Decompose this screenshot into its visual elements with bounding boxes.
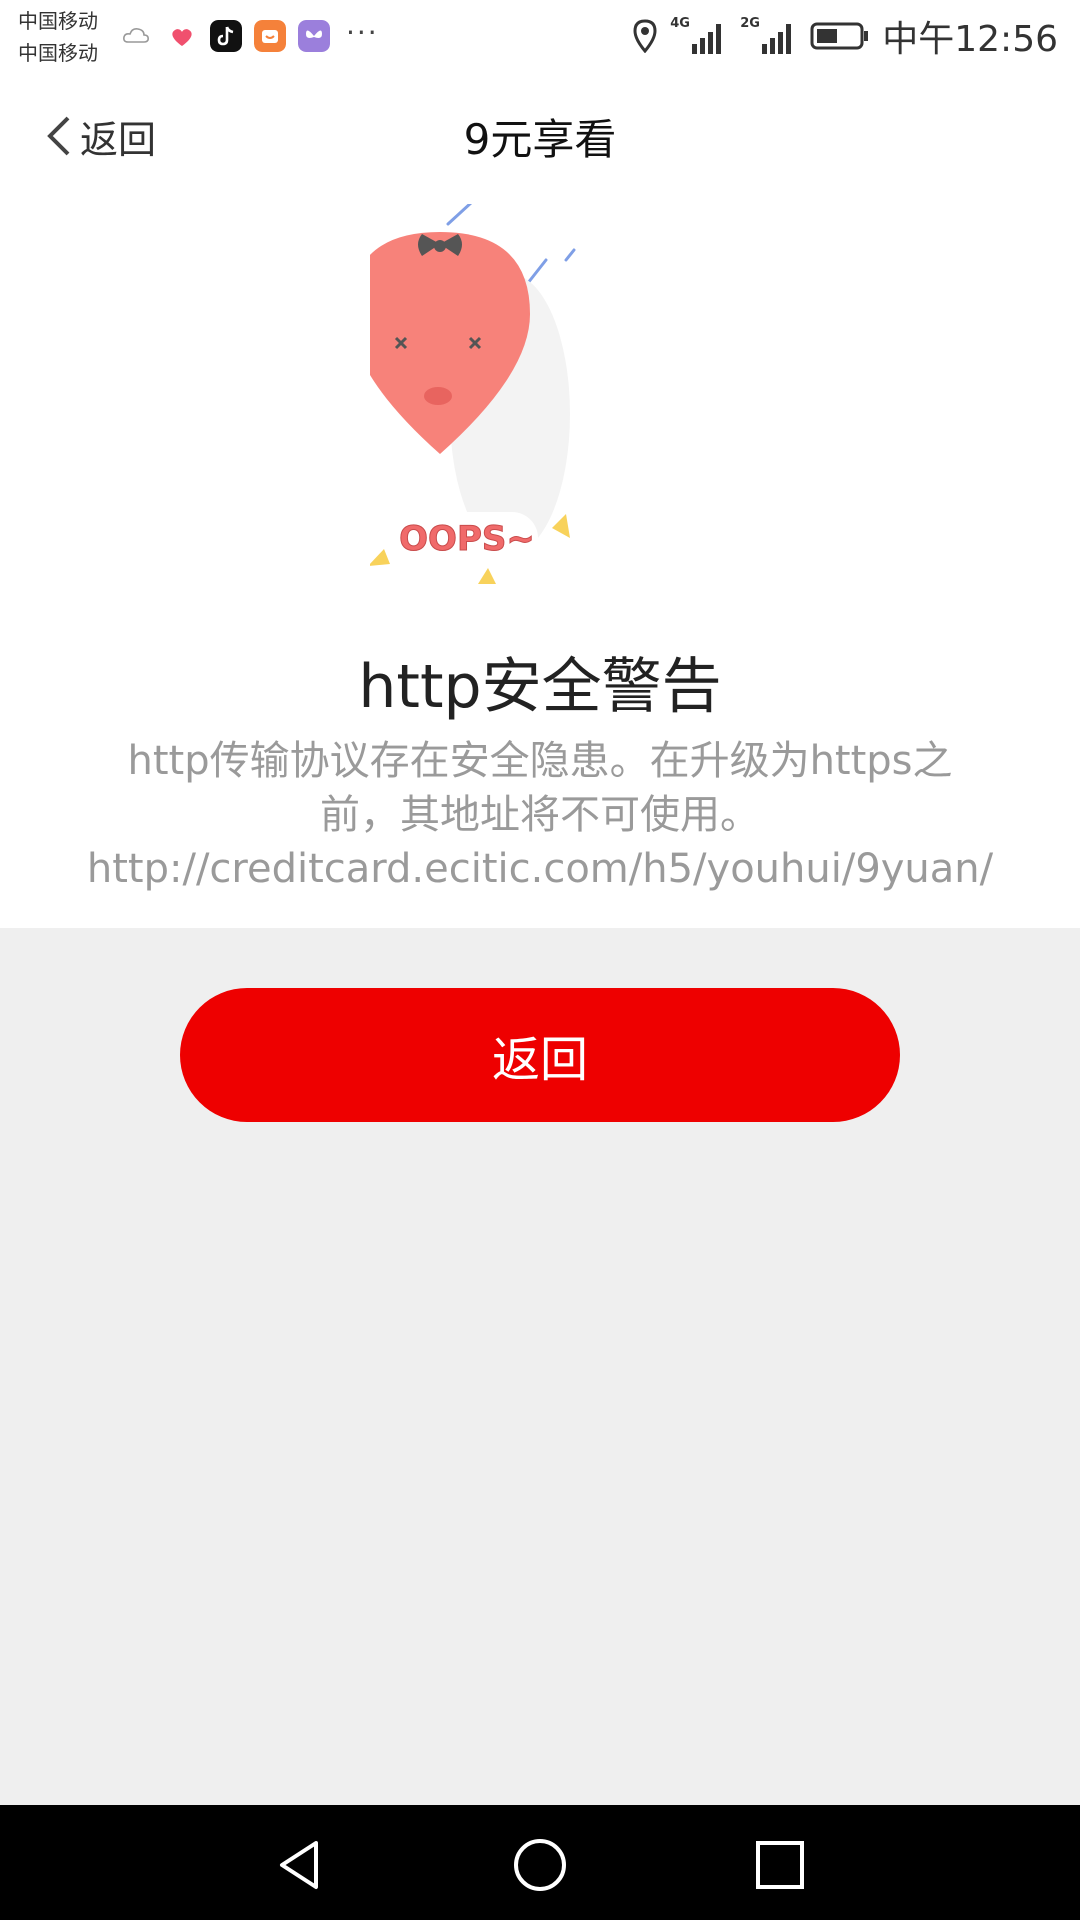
location-icon: [633, 19, 657, 53]
oops-balloon-illustration: OOPS~: [370, 204, 576, 584]
shopping-app-icon: [254, 20, 286, 52]
more-notifications: ···: [346, 16, 379, 49]
signal-1-icon: 4G: [670, 16, 728, 56]
carrier-label-1: 中国移动: [18, 9, 98, 33]
return-button[interactable]: 返回: [180, 988, 900, 1122]
heart-app-icon: [172, 29, 192, 46]
tiktok-icon: [210, 20, 242, 52]
cloud-icon: [123, 28, 149, 43]
oops-text: OOPS~: [399, 519, 535, 559]
home-circle-icon[interactable]: [510, 1835, 570, 1895]
carrier-label-2: 中国移动: [18, 41, 98, 65]
battery-icon: [810, 22, 869, 50]
warning-description: http传输协议存在安全隐患。在升级为https之 前，其地址将不可使用。 ht…: [60, 734, 1020, 896]
butterfly-app-icon: [298, 20, 330, 52]
warning-title: http安全警告: [358, 652, 722, 722]
content-area: OOPS~ http安全警告 http传输协议存在安全隐患。在升级为https之…: [0, 194, 1080, 928]
warning-url: http://creditcard.ecitic.com/h5/youhui/9…: [86, 846, 994, 892]
nav-bar: 返回 9元享看: [0, 78, 1080, 194]
warning-line-2: 前，其地址将不可使用。: [320, 792, 760, 838]
back-triangle-icon[interactable]: [270, 1835, 330, 1895]
signal-2-icon: 2G: [740, 16, 798, 56]
system-nav-bar: [0, 1805, 1080, 1920]
status-bar: 中国移动 中国移动 ··· 4G 2G 中午12:56: [0, 0, 1080, 78]
status-right: 4G 2G 中午12:56: [632, 14, 1058, 60]
recents-square-icon[interactable]: [750, 1835, 810, 1895]
clock: 中午12:56: [882, 19, 1058, 60]
page-title: 9元享看: [463, 115, 617, 164]
warning-line-1: http传输协议存在安全隐患。在升级为https之: [127, 738, 953, 784]
